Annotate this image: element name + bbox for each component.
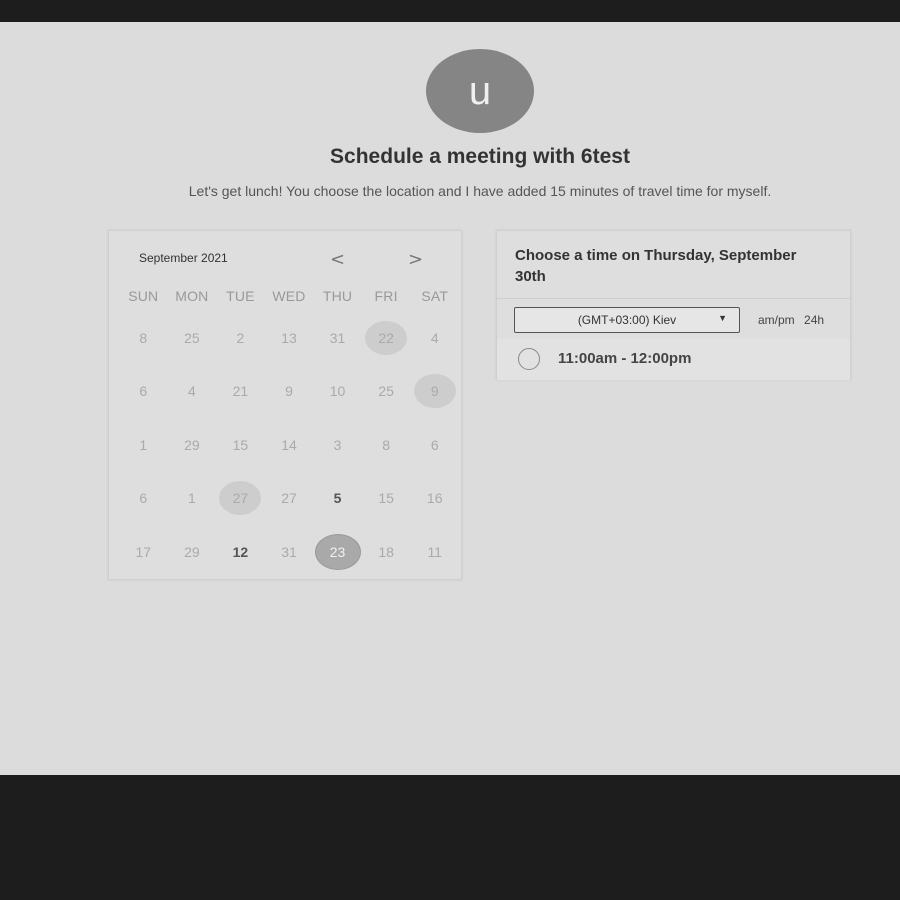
avatar: u: [426, 49, 534, 133]
calendar-day-label: 21: [232, 383, 249, 400]
calendar-day[interactable]: 5: [313, 472, 362, 526]
calendar-day: 8: [119, 311, 168, 365]
calendar-panel: September 2021 < > SUN MON TUE WED THU F…: [108, 230, 462, 580]
calendar-day-grid: 8 25 2 13 31 22 4 6 4 21 9 10 25 9 1 29 15 14 3 8 6 6 1 27 27 5 15…: [119, 311, 459, 579]
time-slot-option[interactable]: 11:00am - 12:00pm: [497, 339, 850, 380]
calendar-day-label: 8: [382, 436, 391, 453]
calendar-day-label: 14: [281, 436, 297, 453]
time-format-toggle: am/pm 24h: [758, 313, 830, 327]
ampm-toggle[interactable]: am/pm: [758, 313, 795, 327]
calendar-day: 9: [265, 365, 314, 419]
calendar-day-label: 27: [232, 490, 249, 507]
weekday-label: SAT: [421, 288, 449, 304]
radio-button[interactable]: [518, 348, 540, 370]
calendar-day: 4: [168, 365, 217, 419]
calendar-day: 2: [216, 311, 265, 365]
calendar-day: 11: [410, 525, 459, 579]
page-title: Schedule a meeting with 6test: [330, 145, 630, 168]
calendar-day: 21: [216, 365, 265, 419]
calendar-day[interactable]: 27: [216, 472, 265, 526]
calendar-day-label: 1: [187, 490, 196, 507]
timezone-select[interactable]: (GMT+03:00) Kiev ▼: [514, 307, 740, 333]
caret-down-icon: ▼: [718, 313, 727, 323]
calendar-day-label: 5: [333, 490, 342, 507]
time-picker-panel: Choose a time on Thursday, September 30t…: [496, 230, 851, 380]
calendar-day-label: 6: [430, 436, 439, 453]
calendar-day-label: 4: [430, 329, 439, 346]
calendar-day: 13: [265, 311, 314, 365]
calendar-day-label: 15: [232, 436, 249, 453]
calendar-day: 15: [362, 472, 411, 526]
weekday-label: FRI: [374, 288, 398, 304]
calendar-day: 6: [119, 365, 168, 419]
calendar-day-label: 6: [139, 383, 148, 400]
calendar-day-label: 29: [184, 543, 200, 560]
calendar-day-label: 23: [329, 543, 346, 560]
calendar-day: 3: [313, 418, 362, 472]
calendar-day-label: 13: [281, 329, 297, 346]
time-picker-header: Choose a time on Thursday, September 30t…: [497, 231, 850, 299]
calendar-day-label: 31: [329, 329, 346, 346]
calendar-day-selected[interactable]: 23: [313, 525, 362, 579]
calendar-month-label: September 2021: [139, 251, 228, 265]
calendar-day-label: 17: [135, 543, 152, 560]
scheduling-page: u Schedule a meeting with 6test Let's ge…: [0, 22, 900, 775]
weekday-label: TUE: [226, 288, 255, 304]
calendar-day: 18: [362, 525, 411, 579]
calendar-day: 17: [119, 525, 168, 579]
calendar-day-label: 29: [184, 436, 200, 453]
meeting-description: Let's get lunch! You choose the location…: [188, 183, 772, 199]
calendar-day-label: 11: [427, 543, 442, 560]
calendar-day: 8: [362, 418, 411, 472]
calendar-day-label: 31: [281, 543, 297, 560]
calendar-day: 29: [168, 525, 217, 579]
calendar-day: 10: [313, 365, 362, 419]
calendar-day[interactable]: 22: [362, 311, 411, 365]
calendar-day-label: 9: [430, 383, 439, 400]
weekday-label: MON: [175, 288, 209, 304]
calendar-day: 1: [168, 472, 217, 526]
calendar-day-label: 1: [139, 436, 148, 453]
next-month-button[interactable]: >: [408, 249, 423, 270]
calendar-day: 16: [410, 472, 459, 526]
calendar-day-label: 25: [184, 329, 200, 346]
weekday-label: THU: [322, 288, 353, 304]
weekday-label: WED: [272, 288, 306, 304]
calendar-day: 1: [119, 418, 168, 472]
calendar-day-label: 27: [281, 490, 297, 507]
calendar-day-label: 18: [378, 543, 394, 560]
calendar-day[interactable]: 12: [216, 525, 265, 579]
calendar-day: 29: [168, 418, 217, 472]
calendar-day: 31: [265, 525, 314, 579]
calendar-day-label: 15: [378, 490, 394, 507]
calendar-day: 15: [216, 418, 265, 472]
prev-month-button[interactable]: <: [330, 249, 345, 270]
time-picker-title: Choose a time on Thursday, September 30t…: [515, 247, 797, 285]
calendar-day: 27: [265, 472, 314, 526]
calendar-day[interactable]: 9: [410, 365, 459, 419]
calendar-day-label: 2: [236, 329, 245, 346]
24h-toggle[interactable]: 24h: [804, 313, 824, 327]
calendar-day-label: 6: [139, 490, 148, 507]
calendar-day: 6: [119, 472, 168, 526]
calendar-day: 25: [362, 365, 411, 419]
calendar-day-label: 16: [426, 490, 443, 507]
calendar-day-label: 8: [139, 329, 148, 346]
calendar-day: 25: [168, 311, 217, 365]
calendar-day: 6: [410, 418, 459, 472]
calendar-day-label: 22: [378, 329, 394, 346]
calendar-day-label: 10: [329, 383, 346, 400]
calendar-day-label: 12: [232, 543, 249, 560]
weekday-label: SUN: [128, 288, 159, 304]
calendar-day: 4: [410, 311, 459, 365]
calendar-day-label: 4: [187, 383, 196, 400]
calendar-day: 14: [265, 418, 314, 472]
timezone-value: (GMT+03:00) Kiev: [577, 313, 677, 327]
calendar-day-label: 3: [333, 436, 342, 453]
calendar-day: 31: [313, 311, 362, 365]
calendar-day-label: 25: [378, 383, 394, 400]
time-slot-label: 11:00am - 12:00pm: [558, 350, 692, 367]
calendar-day-label: 9: [285, 383, 293, 400]
weekday-header: SUN MON TUE WED THU FRI SAT: [119, 288, 459, 304]
